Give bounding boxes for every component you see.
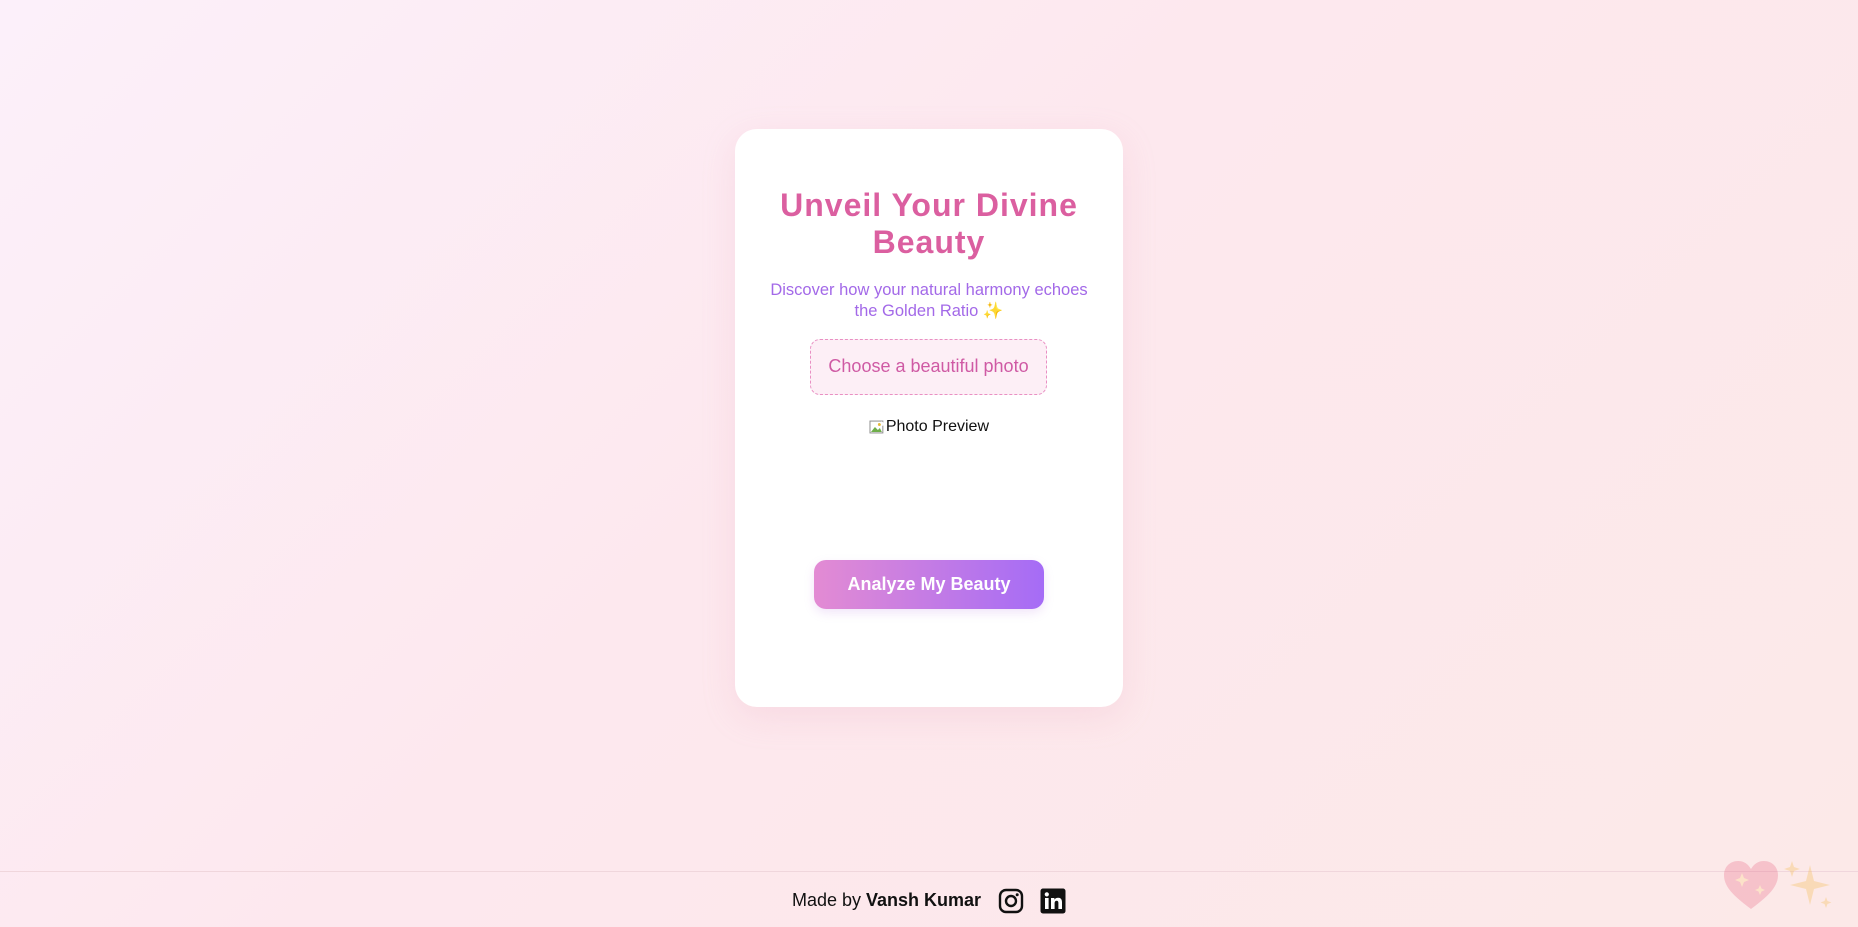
analyze-button[interactable]: Analyze My Beauty (814, 560, 1044, 609)
photo-preview: Photo Preview (869, 417, 989, 437)
page-subtitle: Discover how your natural harmony echoes… (770, 281, 1088, 320)
footer: Made by Vansh Kumar (0, 871, 1858, 927)
main-card: Unveil Your Divine Beauty Discover how y… (735, 129, 1123, 707)
photo-upload-button[interactable]: Choose a beautiful photo (810, 339, 1047, 395)
linkedin-icon (1040, 888, 1066, 913)
instagram-link[interactable] (998, 888, 1024, 914)
linkedin-link[interactable] (1040, 888, 1066, 914)
author-name: Vansh Kumar (866, 890, 982, 910)
made-by-label: Made by (791, 890, 861, 910)
page-title: Unveil Your Divine Beauty (780, 187, 1078, 260)
sparkles-icon (1784, 861, 1832, 908)
instagram-icon (998, 888, 1024, 913)
photo-preview-alt-text: Photo Preview (885, 418, 989, 435)
broken-image-icon (869, 420, 885, 434)
decorative-icons (1722, 857, 1836, 911)
heart-icon (1724, 861, 1778, 909)
